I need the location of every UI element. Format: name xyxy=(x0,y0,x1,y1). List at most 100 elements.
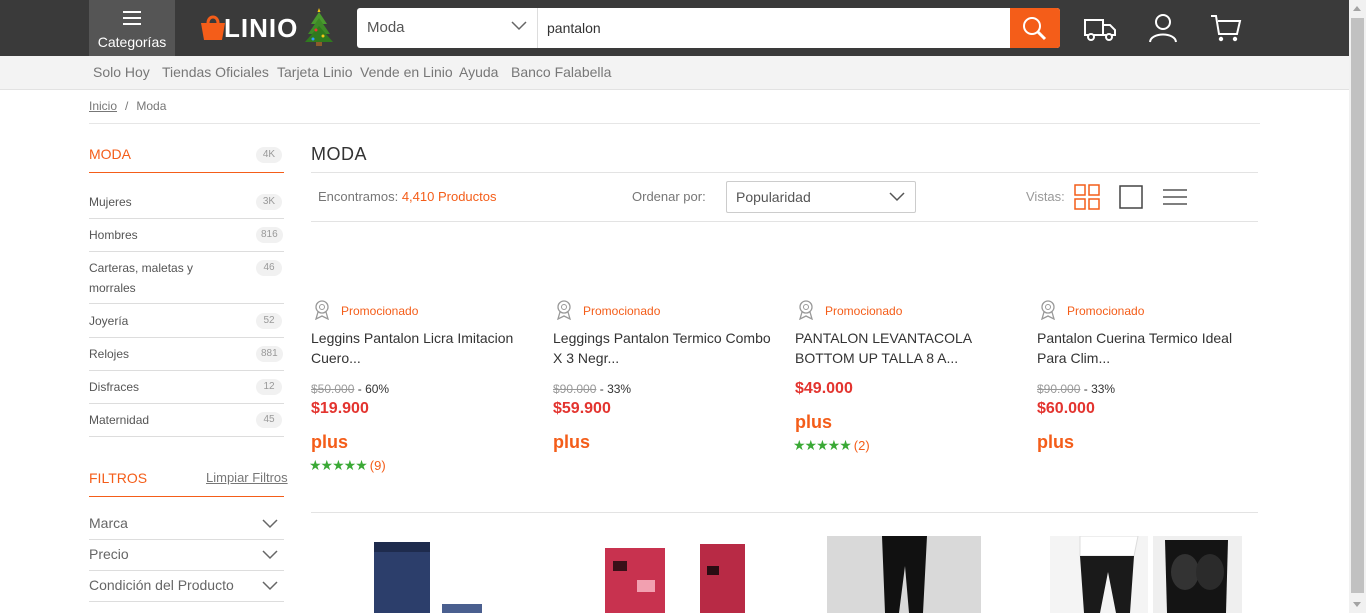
product-title[interactable]: Pantalon Cuerina Termico Ideal Para Clim… xyxy=(1037,328,1265,368)
leather-leggings-image xyxy=(1050,536,1242,613)
nav-tiendas-oficiales[interactable]: Tiendas Oficiales xyxy=(162,64,269,80)
award-ribbon-icon xyxy=(315,300,329,320)
chevron-down-icon xyxy=(262,581,278,591)
sidebar-item-relojes[interactable]: Relojes 881 xyxy=(89,344,284,371)
sidebar-item-label: Maternidad xyxy=(89,413,150,427)
sidebar-item-count: 45 xyxy=(256,412,282,428)
nav-tarjeta-linio[interactable]: Tarjeta Linio xyxy=(277,64,353,80)
sidebar-item-label: Mujeres xyxy=(89,195,132,209)
sidebar-item-label: Relojes xyxy=(89,347,130,361)
sidebar-item-label: Disfraces xyxy=(89,380,140,394)
sidebar-item-count: 816 xyxy=(256,227,283,243)
plus-badge: plus xyxy=(795,412,833,432)
review-count[interactable]: (2) xyxy=(854,438,870,453)
promoted-label: Promocionado xyxy=(583,304,661,318)
sidebar-item-count: 3K xyxy=(256,194,282,210)
promoted-label: Promocionado xyxy=(341,304,419,318)
linio-logo[interactable]: LINIO xyxy=(198,8,338,46)
divider xyxy=(89,123,1260,124)
product-old-price: $50.000 - 60% xyxy=(311,382,389,396)
grid-view-icon[interactable] xyxy=(1074,184,1100,210)
product-image[interactable] xyxy=(1050,536,1242,613)
chevron-down-icon xyxy=(889,192,905,202)
nav-ayuda[interactable]: Ayuda xyxy=(459,64,498,80)
search-input[interactable] xyxy=(539,8,1009,48)
sidebar-item-count: 46 xyxy=(256,260,282,276)
breadcrumb: Inicio / Moda xyxy=(89,99,166,113)
filter-condicion[interactable]: Condición del Producto xyxy=(89,571,284,602)
filter-label: Condición del Producto xyxy=(89,577,234,593)
scrollbar-thumb[interactable] xyxy=(1351,18,1364,593)
sort-select[interactable]: Popularidad xyxy=(726,181,916,213)
shopping-cart-icon[interactable] xyxy=(1208,10,1244,46)
views-label: Vistas: xyxy=(1026,189,1065,204)
product-image[interactable] xyxy=(575,536,755,613)
sidebar-item-disfraces[interactable]: Disfraces 12 xyxy=(89,377,284,404)
rating-stars: ★★★★★ (9) xyxy=(309,457,386,474)
search-category-value: Moda xyxy=(367,19,405,36)
sidebar-item-hombres[interactable]: Hombres 816 xyxy=(89,225,284,252)
scroll-up-arrow-icon[interactable] xyxy=(1353,6,1361,11)
nav-banco-falabella[interactable]: Banco Falabella xyxy=(511,64,611,80)
sidebar-item-label: Carteras, maletas y morrales xyxy=(89,261,194,295)
categories-button[interactable]: Categorías xyxy=(89,0,175,56)
award-ribbon-icon xyxy=(799,300,813,320)
search-button[interactable] xyxy=(1010,8,1060,48)
discount: - 33% xyxy=(599,382,632,396)
star-icons: ★★★★★ xyxy=(309,457,368,473)
filter-precio[interactable]: Precio xyxy=(89,540,284,571)
sort-label: Ordenar por: xyxy=(632,189,706,204)
search-category-select[interactable]: Moda xyxy=(357,8,538,48)
sidebar-item-joyeria[interactable]: Joyería 52 xyxy=(89,311,284,338)
clear-filters-link[interactable]: Limpiar Filtros xyxy=(206,470,288,485)
product-price: $59.900 xyxy=(553,400,611,417)
plus-badge: plus xyxy=(553,432,591,452)
product-title[interactable]: Leggings Pantalon Termico Combo X 3 Negr… xyxy=(553,328,781,368)
filter-marca[interactable]: Marca xyxy=(89,509,284,540)
sidebar-category-heading[interactable]: MODA xyxy=(89,146,131,162)
delivery-truck-icon[interactable] xyxy=(1082,10,1118,46)
product-price: $19.900 xyxy=(311,400,369,417)
divider xyxy=(311,221,1258,222)
chevron-down-icon xyxy=(262,550,278,560)
scroll-down-arrow-icon[interactable] xyxy=(1353,602,1361,607)
user-account-icon[interactable] xyxy=(1145,10,1181,46)
page-title: MODA xyxy=(311,144,367,164)
black-leggings-image xyxy=(882,536,927,613)
product-title[interactable]: PANTALON LEVANTACOLA BOTTOM UP TALLA 8 A… xyxy=(795,328,1023,368)
search-icon xyxy=(1023,17,1047,41)
categories-label: Categorías xyxy=(97,34,167,50)
breadcrumb-current: Moda xyxy=(136,99,167,113)
filters-heading: FILTROS xyxy=(89,470,148,486)
results-number: 4,410 Productos xyxy=(401,189,497,204)
search-bar: Moda xyxy=(357,8,1060,48)
sidebar-item-count: 881 xyxy=(256,346,283,362)
rating-stars: ★★★★★ (2) xyxy=(793,437,870,454)
product-title[interactable]: Leggins Pantalon Licra Imitacion Cuero..… xyxy=(311,328,539,368)
list-view-icon[interactable] xyxy=(1162,184,1188,210)
product-old-price: $90.000 - 33% xyxy=(1037,382,1115,396)
promoted-label: Promocionado xyxy=(1067,304,1145,318)
award-ribbon-icon xyxy=(557,300,571,320)
old-price: $50.000 xyxy=(311,382,355,396)
product-price: $49.000 xyxy=(795,380,853,397)
review-count[interactable]: (9) xyxy=(370,458,386,473)
sidebar-item-mujeres[interactable]: Mujeres 3K xyxy=(89,192,284,219)
breadcrumb-home[interactable]: Inicio xyxy=(89,99,117,113)
nav-solo-hoy[interactable]: Solo Hoy xyxy=(93,64,150,80)
sidebar-item-label: Joyería xyxy=(89,314,129,328)
sidebar-item-maternidad[interactable]: Maternidad 45 xyxy=(89,410,284,437)
product-image[interactable] xyxy=(362,536,482,613)
secondary-nav: Solo Hoy Tiendas Oficiales Tarjeta Linio… xyxy=(0,56,1349,90)
breadcrumb-separator: / xyxy=(125,99,129,113)
product-image[interactable] xyxy=(827,536,981,613)
nav-vende-en-linio[interactable]: Vende en Linio xyxy=(360,64,453,80)
plus-badge: plus xyxy=(1037,432,1075,452)
page-scrollbar[interactable] xyxy=(1349,0,1366,613)
plus-badge: plus xyxy=(311,432,349,452)
single-view-icon[interactable] xyxy=(1118,184,1144,210)
sidebar-item-count: 52 xyxy=(256,313,282,329)
sidebar-item-carteras[interactable]: Carteras, maletas y morrales 46 xyxy=(89,258,284,304)
divider xyxy=(89,172,284,173)
results-prefix: Encontramos: xyxy=(318,189,399,204)
